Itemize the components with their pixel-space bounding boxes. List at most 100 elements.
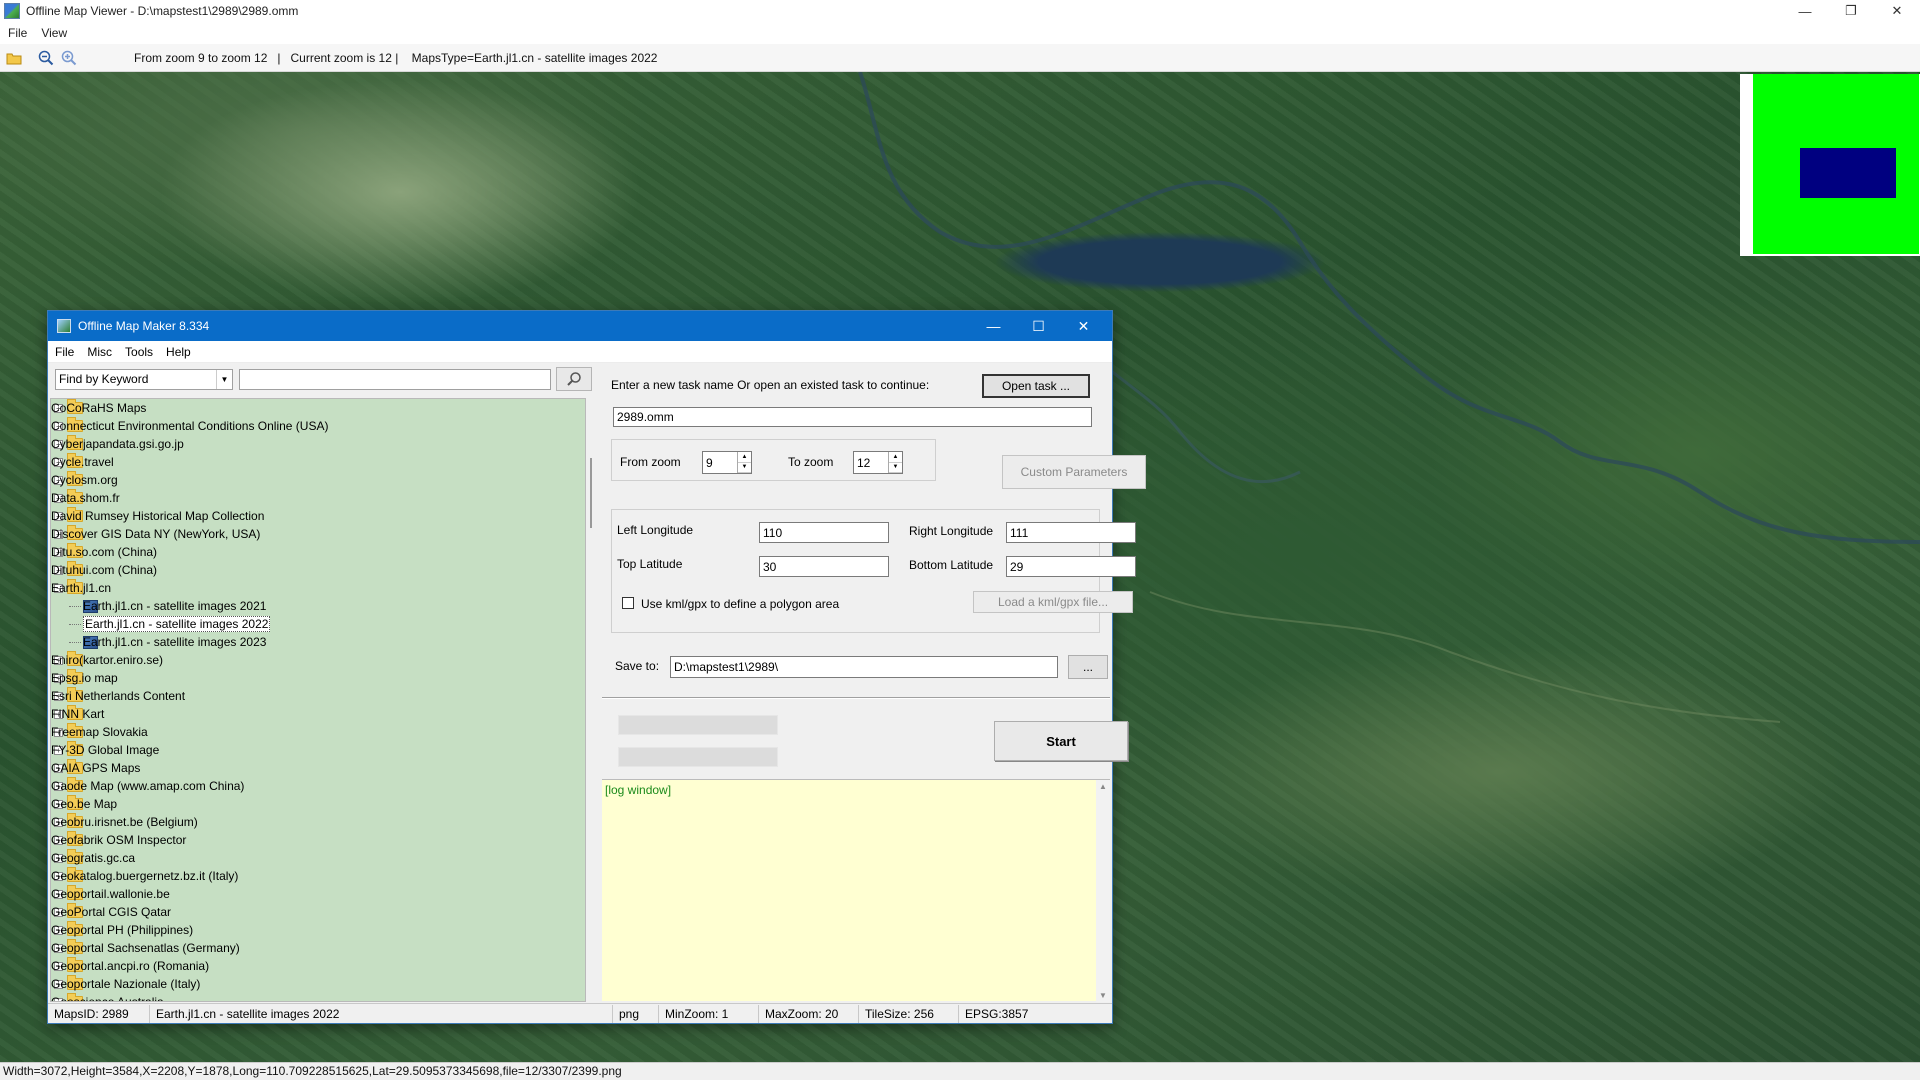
tree-node[interactable]: + Eniro(kartor.eniro.se) xyxy=(51,651,585,669)
tree-node[interactable]: + GeoPortal CGIS Qatar xyxy=(51,903,585,921)
tree-node[interactable]: + Cyclosm.org xyxy=(51,471,585,489)
tree-node[interactable]: + Geoportal PH (Philippines) xyxy=(51,921,585,939)
maker-menu-misc[interactable]: Misc xyxy=(87,345,112,359)
tree-child-node[interactable]: Earth.jl1.cn - satellite images 2021 xyxy=(51,597,585,615)
spin-down-icon[interactable]: ▼ xyxy=(738,463,751,473)
restore-icon[interactable]: ❐ xyxy=(1828,0,1874,22)
tree-node[interactable]: + Geo.be Map xyxy=(51,795,585,813)
tree-node[interactable]: + GAIA GPS Maps xyxy=(51,759,585,777)
find-keyword-input[interactable] xyxy=(239,369,551,390)
spin-up-icon[interactable]: ▲ xyxy=(889,452,902,463)
tree-scrollbar[interactable] xyxy=(588,398,594,1002)
tree-connector xyxy=(69,641,81,643)
task-name-input[interactable]: 2989.omm xyxy=(613,407,1092,427)
top-latitude-input[interactable]: 30 xyxy=(759,556,889,577)
map-source-tree[interactable]: + CoCoRaHS Maps + Connecticut Environmental… xyxy=(50,398,586,1002)
tree-node[interactable]: + Dituhui.com (China) xyxy=(51,561,585,579)
bottom-latitude-input[interactable]: 29 xyxy=(1006,556,1136,577)
tree-node[interactable]: + Geoportale Nazionale (Italy) xyxy=(51,975,585,993)
maker-maximize-icon[interactable]: ☐ xyxy=(1016,311,1061,341)
tree-node[interactable]: + FY-3D Global Image xyxy=(51,741,585,759)
tree-node[interactable]: + Geokatalog.buergernetz.bz.it (Italy) xyxy=(51,867,585,885)
tree-node[interactable]: + Geoscience Australia xyxy=(51,993,585,1002)
minimize-icon[interactable]: — xyxy=(1782,0,1828,22)
tree-node[interactable]: + Data.shom.fr xyxy=(51,489,585,507)
viewer-menu-bar: File View xyxy=(0,22,1920,44)
tree-child-node[interactable]: Earth.jl1.cn - satellite images 2023 xyxy=(51,633,585,651)
menu-file[interactable]: File xyxy=(8,26,27,40)
map-overview-minimap[interactable] xyxy=(1740,74,1920,256)
maker-app-icon xyxy=(57,319,71,333)
tree-node[interactable]: + Ditu.so.com (China) xyxy=(51,543,585,561)
status-max-zoom: MaxZoom: 20 xyxy=(759,1004,859,1023)
maker-minimize-icon[interactable]: — xyxy=(971,311,1016,341)
find-mode-select[interactable]: Find by Keyword ▼ xyxy=(55,369,233,390)
tree-node[interactable]: + FINN Kart xyxy=(51,705,585,723)
use-kml-checkbox[interactable] xyxy=(622,597,634,609)
tree-node[interactable]: + Cycle.travel xyxy=(51,453,585,471)
log-window[interactable]: [log window] ▲ ▼ xyxy=(602,779,1110,1002)
tree-node[interactable]: + Geoportail.wallonie.be xyxy=(51,885,585,903)
save-to-input[interactable]: D:\mapstest1\2989\ xyxy=(670,656,1058,678)
tree-node-label: Geobru.irisnet.be (Belgium) xyxy=(51,815,198,829)
spin-up-icon[interactable]: ▲ xyxy=(738,452,751,463)
maker-menu-tools[interactable]: Tools xyxy=(125,345,153,359)
zoom-out-icon[interactable] xyxy=(37,49,55,67)
close-icon[interactable]: ✕ xyxy=(1874,0,1920,22)
zoom-in-icon[interactable] xyxy=(60,49,78,67)
tree-node-label: FINN Kart xyxy=(51,707,105,721)
tree-node[interactable]: + Cyberjapandata.gsi.go.jp xyxy=(51,435,585,453)
search-button[interactable] xyxy=(556,367,592,391)
tree-node[interactable]: + CoCoRaHS Maps xyxy=(51,399,585,417)
viewer-toolbar: From zoom 9 to zoom 12 | Current zoom is… xyxy=(0,44,1920,72)
tree-node-label: David Rumsey Historical Map Collection xyxy=(51,509,265,523)
scroll-down-icon[interactable]: ▼ xyxy=(1099,991,1107,1000)
tree-node[interactable]: + Geogratis.gc.ca xyxy=(51,849,585,867)
tree-node-label: Dituhui.com (China) xyxy=(51,563,158,577)
menu-view[interactable]: View xyxy=(41,26,67,40)
task-prompt-label: Enter a new task name Or open an existed… xyxy=(611,378,930,392)
start-button[interactable]: Start xyxy=(994,721,1128,761)
log-scrollbar[interactable]: ▲ ▼ xyxy=(1096,780,1110,1002)
tree-node[interactable]: + David Rumsey Historical Map Collection xyxy=(51,507,585,525)
tree-node[interactable]: + Gaode Map (www.amap.com China) xyxy=(51,777,585,795)
map-source-pane: Find by Keyword ▼ + CoCoRaHS Maps + Connect… xyxy=(48,363,594,1003)
chevron-down-icon[interactable]: ▼ xyxy=(216,370,232,389)
tree-node[interactable]: + Discover GIS Data NY (NewYork, USA) xyxy=(51,525,585,543)
tree-node-label: Geogratis.gc.ca xyxy=(51,851,136,865)
from-zoom-spinner[interactable]: 9 ▲ ▼ xyxy=(702,451,752,474)
maker-menu-file[interactable]: File xyxy=(55,345,74,359)
load-kml-button[interactable]: Load a kml/gpx file... xyxy=(973,591,1133,613)
tree-node[interactable]: + Freemap Slovakia xyxy=(51,723,585,741)
tree-node[interactable]: + Connecticut Environmental Conditions On… xyxy=(51,417,585,435)
tree-node-label: Geoscience Australia xyxy=(51,995,164,1002)
top-latitude-label: Top Latitude xyxy=(617,557,683,571)
tree-node[interactable]: − Earth.jl1.cn xyxy=(51,579,585,597)
left-longitude-input[interactable]: 110 xyxy=(759,522,889,543)
progress-bar-current xyxy=(618,747,778,767)
tree-node[interactable]: + Geoportal.ancpi.ro (Romania) xyxy=(51,957,585,975)
tree-node-label: Geoportail.wallonie.be xyxy=(51,887,170,901)
tree-node[interactable]: + Esri Netherlands Content xyxy=(51,687,585,705)
maker-menu-help[interactable]: Help xyxy=(166,345,191,359)
tree-node-label: Cyberjapandata.gsi.go.jp xyxy=(51,437,184,451)
tree-node[interactable]: + Geobru.irisnet.be (Belgium) xyxy=(51,813,585,831)
overview-viewport-rect[interactable] xyxy=(1800,148,1896,198)
to-zoom-spinner[interactable]: 12 ▲ ▼ xyxy=(853,451,903,474)
open-task-button[interactable]: Open task ... xyxy=(982,374,1090,398)
tree-node[interactable]: + Geofabrik OSM Inspector xyxy=(51,831,585,849)
maker-close-icon[interactable]: ✕ xyxy=(1061,311,1106,341)
open-folder-icon[interactable] xyxy=(5,49,23,67)
tree-scrollbar-thumb[interactable] xyxy=(590,458,592,528)
spin-down-icon[interactable]: ▼ xyxy=(889,463,902,473)
right-longitude-input[interactable]: 111 xyxy=(1006,522,1136,543)
tree-node[interactable]: + Epsg.io map xyxy=(51,669,585,687)
tree-node-label: Connecticut Environmental Conditions Onl… xyxy=(51,419,329,433)
custom-parameters-button[interactable]: Custom Parameters xyxy=(1002,455,1146,489)
browse-folder-button[interactable]: ... xyxy=(1068,655,1108,679)
maker-title-bar[interactable]: Offline Map Maker 8.334 — ☐ ✕ xyxy=(48,311,1112,341)
scroll-up-icon[interactable]: ▲ xyxy=(1099,782,1107,791)
tree-node-label: Geokatalog.buergernetz.bz.it (Italy) xyxy=(51,869,239,883)
tree-child-node[interactable]: Earth.jl1.cn - satellite images 2022 xyxy=(51,615,585,633)
tree-node[interactable]: + Geoportal Sachsenatlas (Germany) xyxy=(51,939,585,957)
